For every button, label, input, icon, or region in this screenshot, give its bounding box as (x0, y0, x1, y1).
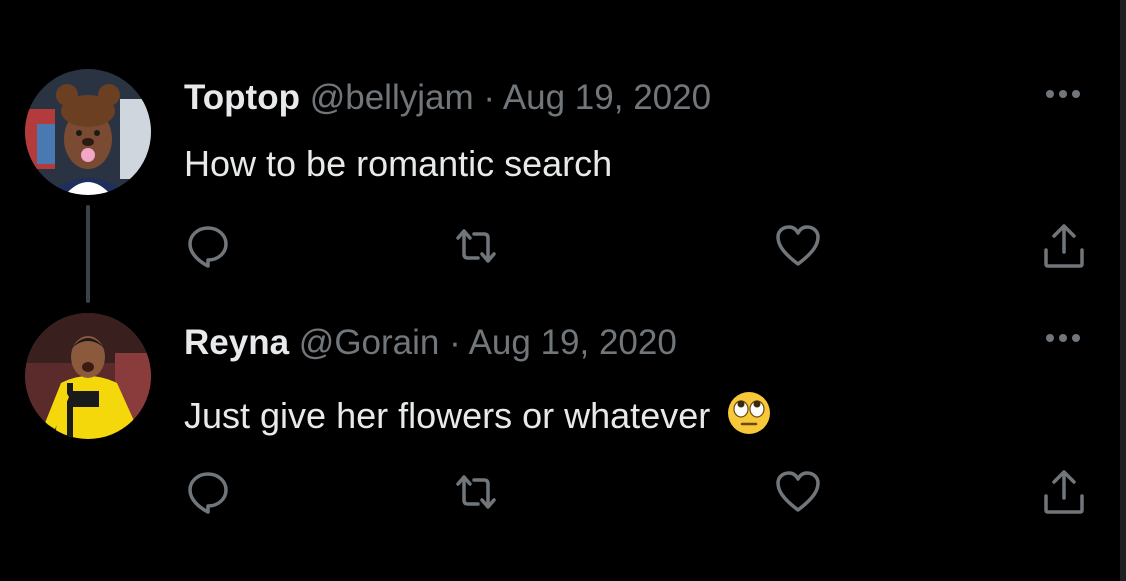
retweet-icon (456, 475, 496, 509)
avatar-photo-icon (25, 313, 151, 439)
like-button[interactable] (772, 220, 824, 272)
retweet-button[interactable] (450, 466, 502, 518)
timestamp[interactable]: Aug 19, 2020 (469, 323, 677, 362)
thread-connector-line (86, 205, 90, 303)
share-button[interactable] (1038, 220, 1090, 272)
tweet-header: Toptop @bellyjam · Aug 19, 2020 (184, 78, 711, 118)
share-icon (1044, 224, 1084, 268)
separator: · (483, 78, 496, 117)
more-options-button[interactable] (1040, 84, 1086, 104)
separator: · (449, 323, 461, 362)
more-options-icon (1046, 334, 1080, 342)
tweet-header: Reyna @Gorain · Aug 19, 2020 (184, 323, 677, 363)
avatar[interactable] (25, 313, 151, 439)
tweet-text-content: Just give her flowers or whatever (184, 395, 711, 436)
reply-icon (188, 472, 228, 514)
timestamp[interactable]: Aug 19, 2020 (503, 78, 711, 117)
window-edge (1120, 0, 1126, 581)
tweet-text: How to be romantic search (184, 143, 612, 185)
reply-button[interactable] (182, 220, 234, 272)
reply-icon (188, 226, 228, 268)
handle[interactable]: @Gorain (299, 323, 440, 362)
display-name[interactable]: Reyna (184, 323, 289, 362)
retweet-button[interactable] (450, 220, 502, 272)
heart-icon (776, 471, 820, 512)
tweet-text-content: How to be romantic search (184, 143, 613, 184)
avatar[interactable] (25, 69, 151, 195)
display-name[interactable]: Toptop (184, 78, 300, 117)
more-options-button[interactable] (1040, 328, 1086, 348)
heart-icon (776, 225, 820, 266)
share-button[interactable] (1038, 466, 1090, 518)
reply-button[interactable] (182, 466, 234, 518)
tweet-text: Just give her flowers or whatever (184, 390, 772, 445)
more-options-icon (1046, 90, 1080, 98)
share-icon (1044, 470, 1084, 514)
avatar-photo-icon (25, 69, 151, 195)
handle[interactable]: @bellyjam (310, 78, 474, 117)
like-button[interactable] (772, 466, 824, 518)
retweet-icon (456, 229, 496, 263)
face-with-rolling-eyes-icon (726, 390, 772, 445)
